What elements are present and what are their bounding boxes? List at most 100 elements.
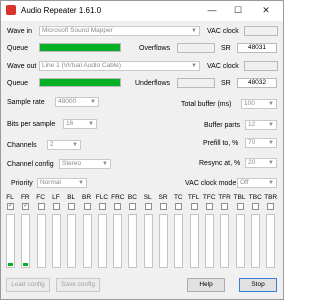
channels-select[interactable]: 2 ▼ bbox=[47, 140, 81, 150]
title-bar: Audio Repeater 1.61.0 — ☐ ✕ bbox=[1, 1, 283, 21]
channel-checkbox-tbc[interactable] bbox=[251, 203, 259, 210]
channel-label-tc: TC bbox=[173, 194, 183, 201]
total-buffer-label: Total buffer (ms) bbox=[181, 101, 232, 108]
underflows-label: Underflows bbox=[135, 80, 171, 87]
channel-checkbox-fr[interactable]: ✓ bbox=[22, 203, 30, 210]
channel-meter-tfl bbox=[189, 214, 199, 268]
resync-select[interactable]: 20 ▼ bbox=[245, 158, 277, 168]
queue-out-bar bbox=[39, 78, 121, 87]
channel-checkbox-br[interactable] bbox=[83, 203, 91, 210]
channel-meter-fr bbox=[21, 214, 31, 268]
channel-checkbox-bl[interactable] bbox=[68, 203, 76, 210]
channel-checkbox-tfc[interactable] bbox=[205, 203, 213, 210]
vac-clock-mode-value: Off bbox=[240, 179, 249, 186]
priority-label: Priority bbox=[11, 180, 33, 187]
sample-rate-value: 48000 bbox=[58, 98, 77, 105]
chevron-down-icon: ▼ bbox=[90, 99, 96, 105]
channel-label-tfl: TFL bbox=[187, 194, 200, 201]
channel-label-tbc: TBC bbox=[248, 194, 262, 201]
channel-config-label: Channel config bbox=[7, 161, 54, 168]
channel-checkbox-frc[interactable] bbox=[114, 203, 122, 210]
wave-in-device: Microsoft Sound Mapper bbox=[42, 27, 113, 34]
prefill-select[interactable]: 70 ▼ bbox=[245, 138, 277, 148]
vac-clock-mode-select[interactable]: Off ▼ bbox=[237, 178, 277, 188]
sr-in-label: SR bbox=[221, 45, 231, 52]
total-buffer-select[interactable]: 100 ▼ bbox=[241, 99, 277, 109]
channel-checkbox-fl[interactable]: ✓ bbox=[7, 203, 14, 210]
channel-label-fc: FC bbox=[36, 194, 45, 201]
channel-checkbox-fc[interactable] bbox=[37, 203, 45, 210]
channel-checkbox-sr[interactable] bbox=[160, 203, 167, 210]
channel-label-sl: SL bbox=[143, 194, 152, 201]
channel-checkbox-tbr[interactable] bbox=[267, 203, 275, 210]
close-button[interactable]: ✕ bbox=[255, 3, 277, 17]
channel-config-select[interactable]: Stereo ▼ bbox=[59, 159, 111, 169]
buffer-parts-select[interactable]: 12 ▼ bbox=[245, 120, 277, 130]
chevron-down-icon: ▼ bbox=[191, 28, 197, 34]
channel-checkbox-tfl[interactable] bbox=[190, 203, 198, 210]
queue-out-fill bbox=[40, 79, 120, 86]
channel-meter-tbc bbox=[250, 214, 260, 268]
buffer-parts-label: Buffer parts bbox=[204, 122, 241, 129]
wave-out-select[interactable]: Line 1 (Virtual Audio Cable) ▼ bbox=[39, 61, 200, 71]
channel-meter-fill bbox=[8, 263, 13, 266]
queue-out-label: Queue bbox=[7, 80, 29, 87]
channel-checkbox-flc[interactable] bbox=[98, 203, 106, 210]
stop-button[interactable]: Stop bbox=[239, 278, 277, 292]
overflows-value bbox=[177, 43, 215, 53]
channel-meter-lf bbox=[51, 214, 61, 268]
total-buffer-value: 100 bbox=[244, 100, 255, 107]
channel-label-bc: BC bbox=[127, 194, 137, 201]
wave-in-select[interactable]: Microsoft Sound Mapper ▼ bbox=[39, 26, 200, 36]
chevron-down-icon: ▼ bbox=[78, 180, 84, 186]
channel-meter-fill bbox=[23, 263, 29, 266]
prefill-label: Prefill to, % bbox=[203, 140, 239, 147]
channel-meter-fc bbox=[36, 214, 46, 268]
channel-label-frc: FRC bbox=[111, 194, 125, 201]
channel-checkbox-tbl[interactable] bbox=[236, 203, 244, 210]
minimize-button[interactable]: — bbox=[201, 3, 223, 17]
channel-meter-flc bbox=[97, 214, 107, 268]
vac-clock-mode-label: VAC clock mode bbox=[185, 180, 237, 187]
chevron-down-icon: ▼ bbox=[72, 142, 78, 148]
queue-in-bar bbox=[39, 43, 121, 52]
channel-meter-sl bbox=[143, 214, 153, 268]
channel-meter-tfc bbox=[204, 214, 214, 268]
save-config-button[interactable]: Save config bbox=[56, 278, 100, 292]
sample-rate-select[interactable]: 48000 ▼ bbox=[55, 97, 99, 107]
app-icon bbox=[6, 5, 16, 15]
channel-label-tbl: TBL bbox=[233, 194, 246, 201]
channel-checkbox-tc[interactable] bbox=[175, 203, 183, 210]
channel-checkbox-sl[interactable] bbox=[144, 203, 152, 210]
resync-value: 20 bbox=[248, 159, 256, 166]
channel-label-lf: LF bbox=[52, 194, 60, 201]
channel-checkbox-lf[interactable] bbox=[52, 203, 60, 210]
maximize-button[interactable]: ☐ bbox=[227, 3, 249, 17]
channel-checkbox-bc[interactable] bbox=[129, 203, 137, 210]
chevron-down-icon: ▼ bbox=[102, 161, 108, 167]
priority-value: Normal bbox=[40, 179, 61, 186]
channels-label: Channels bbox=[7, 142, 37, 149]
chevron-down-icon: ▼ bbox=[268, 160, 274, 166]
load-config-button[interactable]: Load config bbox=[6, 278, 50, 292]
chevron-down-icon: ▼ bbox=[191, 63, 197, 69]
wave-in-label: Wave in bbox=[7, 28, 33, 35]
underflows-value bbox=[177, 78, 215, 88]
wave-out-label: Wave out bbox=[7, 63, 37, 70]
channel-checkbox-tfr[interactable] bbox=[221, 203, 229, 210]
channel-meter-tbl bbox=[235, 214, 245, 268]
bits-per-sample-select[interactable]: 16 ▼ bbox=[63, 119, 97, 129]
sr-in-value: 48031 bbox=[237, 43, 277, 53]
audio-repeater-window: Audio Repeater 1.61.0 — ☐ ✕ Wave in Micr… bbox=[0, 0, 284, 300]
priority-select[interactable]: Normal ▼ bbox=[37, 178, 87, 188]
channel-meter-tfr bbox=[220, 214, 230, 268]
channel-meter-fl bbox=[6, 214, 15, 268]
vac-clock-in-value bbox=[244, 26, 278, 36]
channel-label-tbr: TBR bbox=[264, 194, 278, 201]
prefill-value: 70 bbox=[248, 139, 256, 146]
channel-label-flc: FLC bbox=[95, 194, 109, 201]
bits-per-sample-value: 16 bbox=[66, 120, 74, 127]
vac-clock-out-value bbox=[244, 61, 278, 71]
help-button[interactable]: Help bbox=[187, 278, 225, 292]
channel-label-fr: FR bbox=[20, 194, 30, 201]
